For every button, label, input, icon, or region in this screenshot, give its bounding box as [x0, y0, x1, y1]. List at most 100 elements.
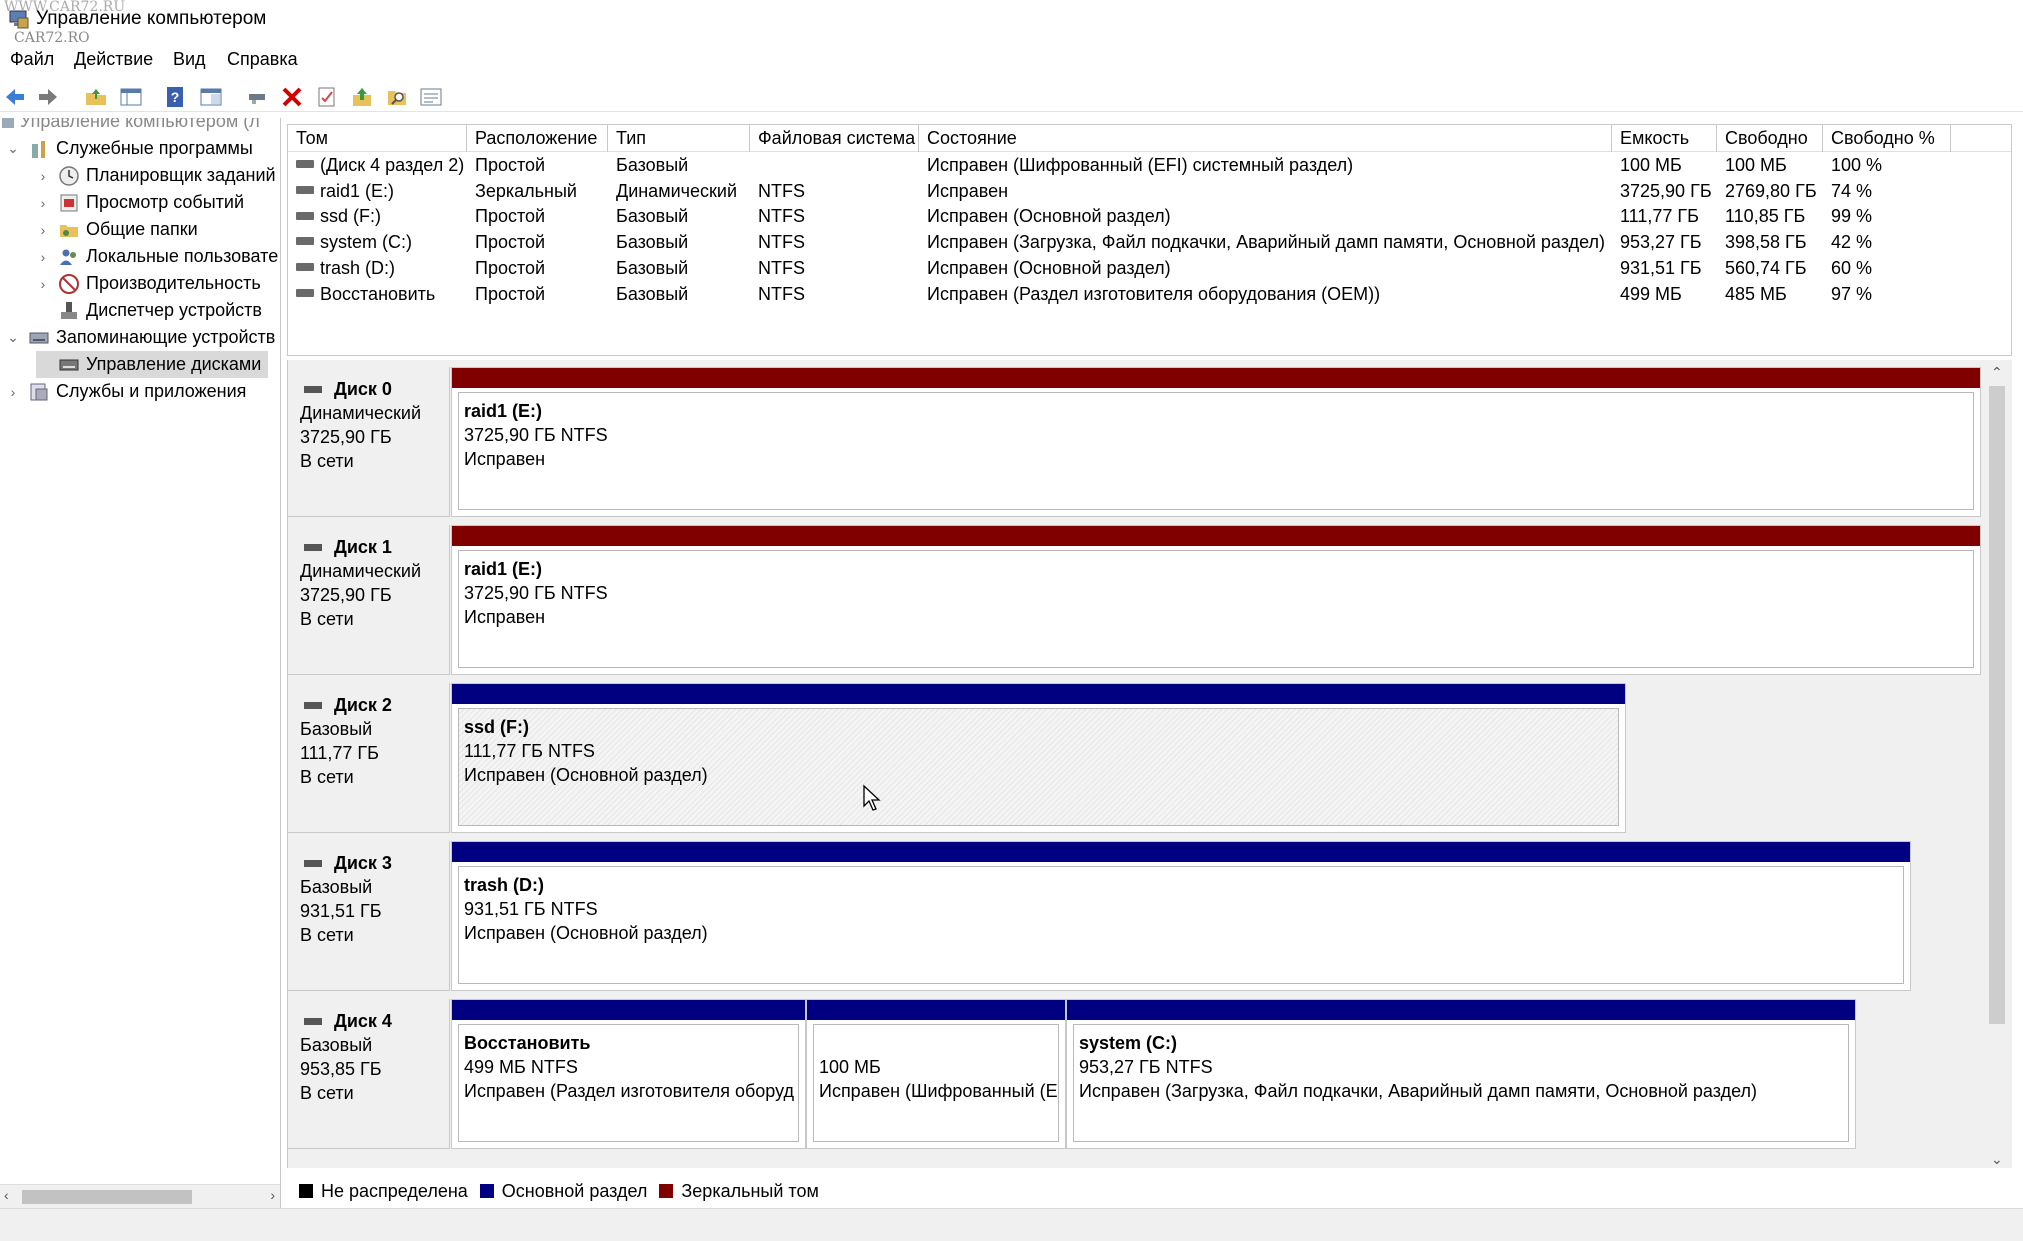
expand-chevron-icon[interactable]: › [36, 276, 50, 292]
properties-icon[interactable] [313, 83, 341, 111]
tree-item-shared-folders[interactable]: › Общие папки [36, 216, 198, 243]
scroll-right-icon[interactable]: › [270, 1187, 275, 1203]
partition-block[interactable]: raid1 (E:) 3725,90 ГБ NTFS Исправен [451, 525, 1981, 675]
connect-icon[interactable] [243, 83, 271, 111]
scroll-left-icon[interactable]: ‹ [4, 1187, 9, 1203]
show-hide-pane-icon[interactable] [197, 83, 225, 111]
volume-cell: Исправен (Загрузка, Файл подкачки, Авари… [927, 232, 1605, 253]
column-header-free-percent[interactable]: Свободно % [1823, 125, 1951, 152]
scroll-up-icon[interactable]: ⌃ [1991, 364, 2003, 381]
back-arrow-icon[interactable] [1, 83, 29, 111]
disk-info[interactable]: Диск 1 Динамический 3725,90 ГБ В сети [288, 525, 450, 675]
volume-cell: Исправен (Основной раздел) [927, 206, 1171, 227]
settings-list-icon[interactable] [417, 83, 445, 111]
forward-arrow-icon[interactable] [34, 83, 62, 111]
expand-chevron-icon[interactable]: › [36, 168, 50, 184]
mouse-cursor-icon [863, 784, 881, 811]
volume-row[interactable]: raid1 (E:) Зеркальный Динамический NTFS Испр… [288, 178, 2011, 204]
volume-cell: 110,85 ГБ [1725, 206, 1806, 227]
volume-cell: 97 % [1831, 283, 1873, 304]
performance-icon [59, 273, 79, 294]
partition-status: Исправен (Основной раздел) [464, 923, 708, 943]
volume-row[interactable]: Восстановить Простой Базовый NTFS Исправен (… [288, 281, 2011, 307]
expand-chevron-icon[interactable]: › [36, 222, 50, 238]
partition-block[interactable]: 100 МБ Исправен (Шифрованный (E [806, 999, 1066, 1149]
scrollbar-thumb[interactable] [22, 1190, 192, 1204]
volume-cell: trash (D:) [296, 255, 466, 281]
expand-chevron-icon[interactable]: › [6, 384, 20, 400]
tools-icon [32, 140, 45, 158]
column-header-capacity[interactable]: Емкость [1612, 125, 1717, 152]
import-icon[interactable] [348, 83, 376, 111]
volume-cell: Исправен [927, 180, 1009, 201]
tree-item-services[interactable]: › Службы и приложения [6, 378, 247, 405]
volume-row[interactable]: (Диск 4 раздел 2) Простой Базовый Исправен … [288, 152, 2011, 178]
expand-chevron-icon[interactable]: › [36, 249, 50, 265]
scrollbar-thumb[interactable] [1989, 386, 2005, 1024]
tree-item-event-viewer[interactable]: › Просмотр событий [36, 189, 244, 216]
up-folder-icon[interactable] [82, 83, 110, 111]
tree-item-disk-management[interactable]: Управление дисками [36, 351, 268, 378]
volume-row[interactable]: trash (D:) Простой Базовый NTFS Исправен (Ос… [288, 255, 2011, 281]
tree-item-device-manager[interactable]: Диспетчер устройств [36, 297, 262, 324]
partition-type-bar [452, 1000, 805, 1020]
device-manager-icon [61, 301, 77, 319]
disk-map-vertical-scrollbar[interactable]: ⌃ ⌄ [1986, 364, 2008, 1168]
disk-info[interactable]: Диск 4 Базовый 953,85 ГБ В сети [288, 999, 450, 1149]
volume-row[interactable]: system (C:) Простой Базовый NTFS Исправен (З… [288, 229, 2011, 255]
collapse-chevron-icon[interactable]: ⌄ [6, 140, 20, 157]
partition-details: 100 МБ Исправен (Шифрованный (E [813, 1024, 1059, 1142]
event-viewer-icon [60, 194, 78, 211]
delete-icon[interactable] [278, 83, 306, 111]
services-icon [30, 383, 48, 400]
menu-help[interactable]: Справка [227, 49, 298, 70]
volume-row[interactable]: ssd (F:) Простой Базовый NTFS Исправен (Осно… [288, 203, 2011, 229]
help-icon[interactable]: ? [162, 83, 190, 111]
column-header-free[interactable]: Свободно [1717, 125, 1823, 152]
console-tree-icon[interactable] [117, 83, 145, 111]
disk-info[interactable]: Диск 3 Базовый 931,51 ГБ В сети [288, 841, 450, 991]
column-header-status[interactable]: Состояние [919, 125, 1612, 152]
shared-folder-icon [60, 224, 78, 237]
partition-block[interactable]: ssd (F:) 111,77 ГБ NTFS Исправен (Основной… [451, 683, 1626, 833]
tree-root[interactable]: Управление компьютером (л [0, 118, 260, 135]
column-header-filesystem[interactable]: Файловая система [750, 125, 919, 152]
search-icon[interactable] [383, 83, 411, 111]
computer-icon [2, 118, 14, 128]
tree-item-system-tools[interactable]: ⌄ Служебные программы [6, 135, 253, 162]
tree-item-label: Службы и приложения [56, 381, 247, 401]
status-bar [0, 1208, 2023, 1241]
tree-horizontal-scrollbar[interactable]: ‹ › [0, 1184, 280, 1208]
scroll-down-icon[interactable]: ⌄ [1991, 1151, 2003, 1168]
menu-view[interactable]: Вид [173, 49, 206, 70]
tree-item-task-scheduler[interactable]: › Планировщик заданий [36, 162, 276, 189]
disk-size: 3725,90 ГБ [300, 585, 392, 605]
volume-cell: Динамический [616, 180, 737, 201]
partition-block[interactable]: trash (D:) 931,51 ГБ NTFS Исправен (Основн… [451, 841, 1911, 991]
disk-info[interactable]: Диск 2 Базовый 111,77 ГБ В сети [288, 683, 450, 833]
volume-cell: Базовый [616, 283, 689, 304]
partition-name: system (C:) [1079, 1033, 1178, 1053]
column-header-volume[interactable]: Том [288, 125, 467, 152]
partition-block[interactable]: Восстановить 499 МБ NTFS Исправен (Раздел … [451, 999, 806, 1149]
tree-item-storage[interactable]: ⌄ Запоминающие устройств [6, 324, 275, 351]
tree-item-label: Запоминающие устройств [56, 327, 276, 347]
partition-size: 100 МБ [819, 1057, 881, 1077]
watermark-bottom: CAR72.RO [14, 30, 90, 46]
menu-file[interactable]: Файл [10, 49, 54, 70]
menu-action[interactable]: Действие [74, 49, 153, 70]
svg-text:?: ? [171, 89, 180, 105]
expand-chevron-icon[interactable]: › [36, 195, 50, 211]
tree-item-local-users[interactable]: › Локальные пользовате [36, 243, 279, 270]
disk-info[interactable]: Диск 0 Динамический 3725,90 ГБ В сети [288, 367, 450, 517]
collapse-chevron-icon[interactable]: ⌄ [6, 329, 20, 346]
window-title: Управление компьютером [36, 8, 267, 29]
partition-size: 111,77 ГБ NTFS [464, 741, 595, 761]
disk-icon [304, 543, 322, 551]
partition-block[interactable]: raid1 (E:) 3725,90 ГБ NTFS Исправен [451, 367, 1981, 517]
column-header-type[interactable]: Тип [608, 125, 750, 152]
legend-label: Основной раздел [501, 1180, 648, 1201]
partition-block[interactable]: system (C:) 953,27 ГБ NTFS Исправен (Загру… [1066, 999, 1856, 1149]
tree-item-performance[interactable]: › Производительность [36, 270, 261, 297]
column-header-layout[interactable]: Расположение [467, 125, 608, 152]
